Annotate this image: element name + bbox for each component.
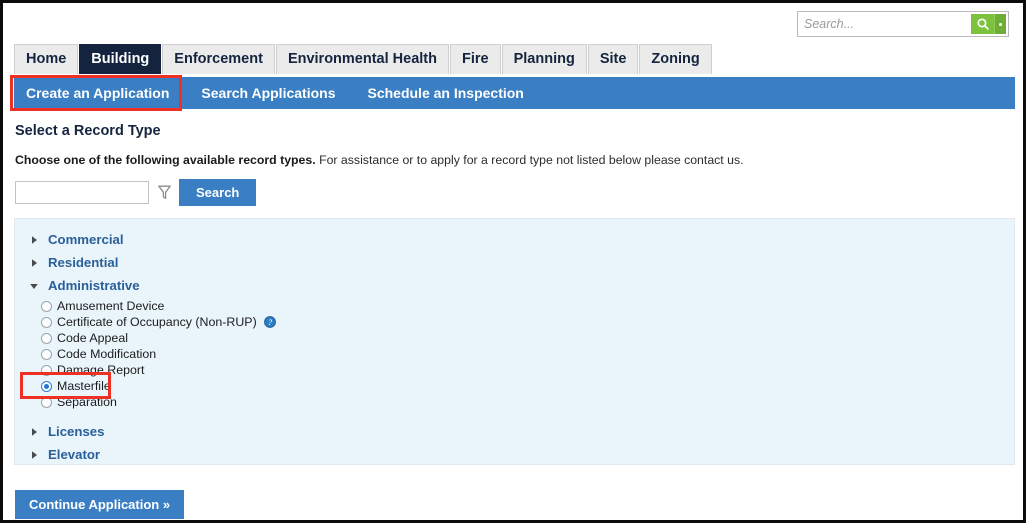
sub-navigation-bar: Create an Application Search Applications…: [14, 77, 1015, 109]
global-search-input[interactable]: [800, 14, 971, 34]
module-tab-fire[interactable]: Fire: [450, 44, 501, 74]
module-tab-enforcement[interactable]: Enforcement: [162, 44, 275, 74]
continue-application-button[interactable]: Continue Application »: [15, 490, 185, 519]
search-icon: [977, 18, 989, 30]
record-type-option[interactable]: Masterfile: [41, 378, 1014, 394]
subnav-item-create-an-application[interactable]: Create an Application: [14, 77, 185, 109]
radio-button[interactable]: [41, 300, 52, 312]
filter-funnel-icon[interactable]: [158, 185, 171, 200]
dropdown-caret-icon: [999, 22, 1003, 26]
accordion-group-licenses[interactable]: Licenses: [15, 420, 1014, 443]
module-tab-bar: Home Building Enforcement Environmental Hea…: [14, 44, 712, 74]
module-tab-building[interactable]: Building: [79, 44, 162, 74]
accordion-group-elevator[interactable]: Elevator: [15, 443, 1014, 466]
intro-text-rest: For assistance or to apply for a record …: [315, 153, 744, 167]
record-type-filter-input[interactable]: [15, 181, 149, 204]
record-type-option[interactable]: Code Modification: [41, 346, 1014, 362]
chevron-right-icon: [32, 450, 37, 459]
global-search-button[interactable]: [971, 14, 995, 34]
record-type-option[interactable]: Certificate of Occupancy (Non-RUP)?: [41, 314, 1014, 330]
chevron-down-icon: [30, 283, 38, 289]
module-tab-home[interactable]: Home: [14, 44, 79, 74]
accordion-group-label: Residential: [48, 255, 119, 270]
radio-button[interactable]: [41, 316, 52, 328]
accordion-group-administrative[interactable]: Administrative: [15, 274, 1014, 297]
module-tab-zoning[interactable]: Zoning: [639, 44, 712, 74]
record-type-search-button[interactable]: Search: [179, 179, 257, 206]
radio-button[interactable]: [41, 396, 52, 408]
accordion-group-label: Administrative: [48, 278, 140, 293]
global-search: [797, 11, 1009, 37]
record-type-option-label: Amusement Device: [57, 299, 165, 313]
global-search-box[interactable]: [797, 11, 1009, 37]
subnav-item-search-applications[interactable]: Search Applications: [185, 77, 351, 109]
chevron-right-icon: [32, 258, 37, 267]
accordion-group-label: Commercial: [48, 232, 124, 247]
intro-text-bold: Choose one of the following available re…: [15, 153, 316, 167]
application-window: HomeBuildingEnforcementEnvironmental Hea…: [0, 0, 1026, 523]
record-type-option[interactable]: Amusement Device: [41, 298, 1014, 314]
chevron-right-icon: [32, 235, 37, 244]
radio-button[interactable]: [41, 332, 52, 344]
global-search-dropdown-toggle[interactable]: [994, 14, 1006, 34]
record-type-option-label: Separation: [57, 395, 117, 409]
record-type-filter-row: Search: [15, 179, 257, 206]
accordion-group-residential[interactable]: Residential: [15, 251, 1014, 274]
chevron-right-icon: [32, 427, 37, 436]
subnav-item-schedule-an-inspection[interactable]: Schedule an Inspection: [351, 77, 539, 109]
record-type-option-label: Certificate of Occupancy (Non-RUP): [57, 315, 257, 329]
radio-button[interactable]: [41, 348, 52, 360]
module-tab-planning[interactable]: Planning: [501, 44, 587, 74]
module-tab-site[interactable]: Site: [587, 44, 639, 74]
page-title: Select a Record Type: [15, 123, 161, 139]
record-type-option-list: Amusement Device Certificate of Occupancy…: [15, 297, 1014, 412]
accordion-group-commercial[interactable]: Commercial: [15, 228, 1014, 251]
help-icon[interactable]: ?: [263, 316, 276, 328]
record-type-option[interactable]: Damage Report: [41, 362, 1014, 378]
record-type-option[interactable]: Separation: [41, 394, 1014, 410]
record-type-option[interactable]: Code Appeal: [41, 330, 1014, 346]
radio-button[interactable]: [41, 364, 52, 376]
intro-text: Choose one of the following available re…: [15, 153, 744, 167]
record-type-option-label: Damage Report: [57, 363, 145, 377]
radio-button[interactable]: [41, 380, 52, 392]
module-tab-environmental-health[interactable]: Environmental Health: [275, 44, 449, 74]
accordion-group-label: Elevator: [48, 447, 101, 462]
record-type-option-label: Masterfile: [57, 379, 111, 393]
record-type-accordion: Commercial Residential Administrative Amuse…: [14, 218, 1015, 465]
accordion-group-label: Licenses: [48, 424, 105, 439]
record-type-option-label: Code Modification: [57, 347, 157, 361]
record-type-option-label: Code Appeal: [57, 331, 128, 345]
